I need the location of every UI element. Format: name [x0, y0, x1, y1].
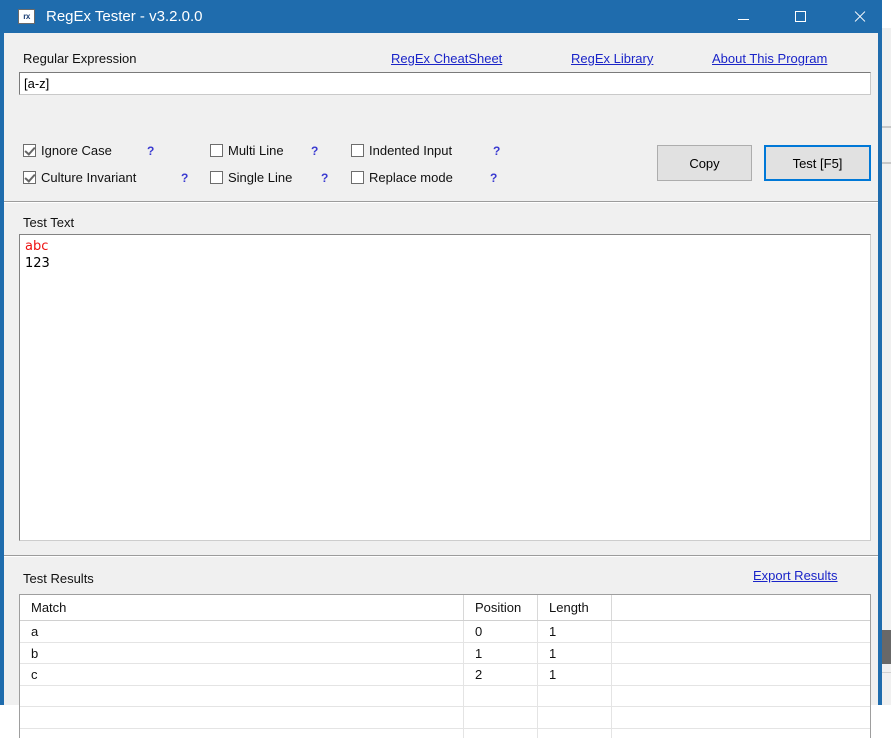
test-button[interactable]: Test [F5] — [764, 145, 871, 181]
regex-library-link[interactable]: RegEx Library — [571, 51, 653, 66]
column-header-position[interactable]: Position — [464, 595, 538, 620]
option-ignore-case[interactable]: Ignore Case — [23, 143, 112, 158]
close-button[interactable] — [836, 0, 882, 33]
cell-match: c — [20, 664, 464, 685]
cell-match — [20, 729, 464, 738]
regex-tester-window: rx RegEx Tester - v3.2.0.0 Regular Expre… — [0, 0, 882, 705]
indented-input-checkbox[interactable] — [351, 144, 364, 157]
column-header-match[interactable]: Match — [20, 595, 464, 620]
regex-cheatsheet-link[interactable]: RegEx CheatSheet — [391, 51, 502, 66]
cell-match — [20, 686, 464, 707]
single-line-checkbox[interactable] — [210, 171, 223, 184]
minimize-button[interactable] — [720, 0, 766, 33]
table-row[interactable] — [20, 707, 870, 729]
cell-length: 1 — [538, 621, 612, 642]
test-results-label: Test Results — [23, 571, 94, 586]
regular-expression-label: Regular Expression — [23, 51, 136, 66]
column-header-blank[interactable] — [612, 595, 870, 620]
cell-match: a — [20, 621, 464, 642]
indented-input-help-icon[interactable]: ? — [493, 144, 500, 158]
window-title: RegEx Tester - v3.2.0.0 — [46, 8, 202, 25]
cell-extra — [612, 729, 870, 738]
section-separator-bottom — [4, 555, 878, 557]
maximize-icon — [795, 11, 806, 22]
test-text-area[interactable]: abc 123 — [19, 234, 871, 541]
replace-mode-checkbox[interactable] — [351, 171, 364, 184]
close-icon — [853, 10, 866, 23]
option-label: Single Line — [228, 170, 292, 185]
culture-invariant-help-icon[interactable]: ? — [181, 171, 188, 185]
test-text-line: 123 — [25, 255, 865, 272]
app-icon: rx — [18, 9, 35, 24]
option-label: Culture Invariant — [41, 170, 136, 185]
multi-line-checkbox[interactable] — [210, 144, 223, 157]
export-results-link[interactable]: Export Results — [753, 568, 838, 583]
test-results-table[interactable]: Match Position Length a 0 1 b 1 1 c 2 1 — [19, 594, 871, 738]
cell-length: 1 — [538, 643, 612, 664]
table-row[interactable] — [20, 686, 870, 708]
cell-position — [464, 729, 538, 738]
copy-button[interactable]: Copy — [657, 145, 752, 181]
option-label: Ignore Case — [41, 143, 112, 158]
column-header-length[interactable]: Length — [538, 595, 612, 620]
option-indented-input[interactable]: Indented Input — [351, 143, 452, 158]
table-header-row: Match Position Length — [20, 595, 870, 621]
cell-length — [538, 686, 612, 707]
multi-line-help-icon[interactable]: ? — [311, 144, 318, 158]
cell-length: 1 — [538, 664, 612, 685]
cell-extra — [612, 621, 870, 642]
cell-position — [464, 707, 538, 728]
table-row[interactable]: b 1 1 — [20, 643, 870, 665]
single-line-help-icon[interactable]: ? — [321, 171, 328, 185]
culture-invariant-checkbox[interactable] — [23, 171, 36, 184]
about-this-program-link[interactable]: About This Program — [712, 51, 827, 66]
cell-extra — [612, 643, 870, 664]
cell-extra — [612, 686, 870, 707]
regex-input[interactable] — [19, 72, 871, 95]
cell-length — [538, 707, 612, 728]
cell-position: 1 — [464, 643, 538, 664]
test-text-line: abc — [25, 238, 865, 255]
section-separator-top — [4, 201, 878, 203]
title-bar[interactable]: rx RegEx Tester - v3.2.0.0 — [4, 0, 878, 33]
option-multi-line[interactable]: Multi Line — [210, 143, 284, 158]
client-area: Regular Expression RegEx CheatSheet RegE… — [4, 33, 878, 705]
table-row[interactable]: a 0 1 — [20, 621, 870, 643]
minimize-icon — [738, 19, 749, 20]
replace-mode-help-icon[interactable]: ? — [490, 171, 497, 185]
option-label: Replace mode — [369, 170, 453, 185]
cell-position — [464, 686, 538, 707]
cell-position: 2 — [464, 664, 538, 685]
cell-match: b — [20, 643, 464, 664]
ignore-case-checkbox[interactable] — [23, 144, 36, 157]
cell-extra — [612, 707, 870, 728]
table-row[interactable]: c 2 1 — [20, 664, 870, 686]
option-single-line[interactable]: Single Line — [210, 170, 292, 185]
cell-length — [538, 729, 612, 738]
cell-position: 0 — [464, 621, 538, 642]
option-replace-mode[interactable]: Replace mode — [351, 170, 453, 185]
table-row[interactable] — [20, 729, 870, 738]
cell-extra — [612, 664, 870, 685]
cell-match — [20, 707, 464, 728]
option-label: Multi Line — [228, 143, 284, 158]
option-culture-invariant[interactable]: Culture Invariant — [23, 170, 136, 185]
option-label: Indented Input — [369, 143, 452, 158]
ignore-case-help-icon[interactable]: ? — [147, 144, 154, 158]
maximize-button[interactable] — [777, 0, 823, 33]
test-text-label: Test Text — [23, 215, 74, 230]
